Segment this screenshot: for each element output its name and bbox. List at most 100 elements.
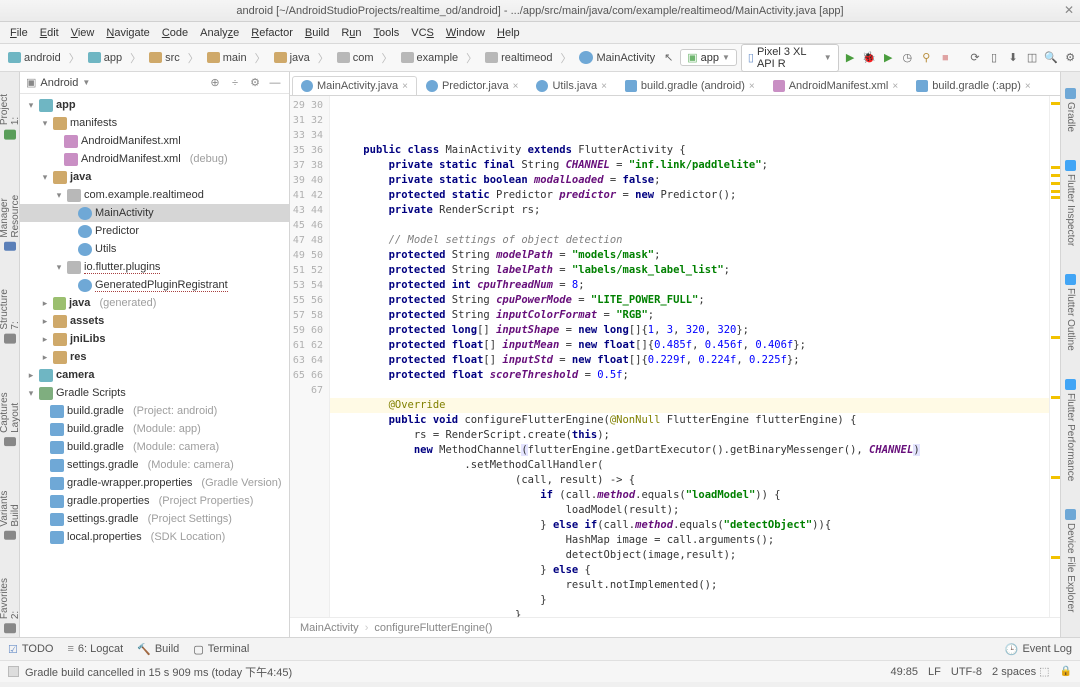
tab-mainactivity[interactable]: MainActivity.java× [292,76,417,95]
menu-refactor[interactable]: Refactor [247,25,297,41]
tool-project[interactable]: 1: Project [0,88,23,143]
profile-button[interactable]: ◷ [900,49,915,67]
menu-view[interactable]: View [67,25,99,41]
file-encoding[interactable]: UTF-8 [951,666,982,678]
run-config-selector[interactable]: ▣ app ▼ [680,49,737,66]
debug-button[interactable]: 🐞 [862,49,877,67]
menu-edit[interactable]: Edit [36,25,63,41]
close-tab-icon[interactable]: × [601,81,607,92]
code-area[interactable]: public class MainActivity extends Flutte… [330,96,1049,617]
readonly-toggle[interactable]: 🔒 [1060,666,1072,677]
tree-gradle-properties[interactable]: gradle.properties (Project Properties) [20,492,289,510]
crumb-example[interactable]: example [397,51,463,65]
back-arrow-icon[interactable]: ↖ [661,49,676,67]
menu-tools[interactable]: Tools [370,25,404,41]
close-tab-icon[interactable]: × [892,81,898,92]
tree-gradle-scripts[interactable]: ▾Gradle Scripts [20,384,289,402]
menu-navigate[interactable]: Navigate [102,25,153,41]
close-window-icon[interactable]: ✕ [1064,3,1074,17]
sdk-manager-button[interactable]: ⬇ [1006,49,1021,67]
crumb-java[interactable]: java [270,51,314,65]
close-tab-icon[interactable]: × [1025,81,1031,92]
tree-local-properties[interactable]: local.properties (SDK Location) [20,528,289,546]
tab-build-gradle-app[interactable]: build.gradle (:app)× [907,76,1040,95]
tool-resource-manager[interactable]: Resource Manager [0,171,23,255]
tree-java[interactable]: ▾java [20,168,289,186]
crumb-app[interactable]: app [84,51,126,65]
tool-flutter-outline[interactable]: Flutter Outline [1063,270,1078,355]
menu-code[interactable]: Code [158,25,192,41]
project-tree[interactable]: ▾app ▾manifests AndroidManifest.xml Andr… [20,94,289,637]
tree-build-gradle-project[interactable]: build.gradle (Project: android) [20,402,289,420]
tree-settings-gradle-project[interactable]: settings.gradle (Project Settings) [20,510,289,528]
tree-utils[interactable]: Utils [20,240,289,258]
tree-app[interactable]: ▾app [20,96,289,114]
crumb-mainactivity[interactable]: MainActivity [575,50,659,65]
run-button[interactable]: ▶ [843,49,858,67]
project-gear-icon[interactable]: ⚙ [247,75,263,91]
tree-manifests[interactable]: ▾manifests [20,114,289,132]
tree-camera[interactable]: ▸camera [20,366,289,384]
menu-analyze[interactable]: Analyze [196,25,243,41]
tree-settings-gradle-camera[interactable]: settings.gradle (Module: camera) [20,456,289,474]
layout-inspector-button[interactable]: ◫ [1025,49,1040,67]
menu-run[interactable]: Run [337,25,365,41]
crumb-method[interactable]: configureFlutterEngine() [374,622,492,634]
tool-structure[interactable]: 7: Structure [0,283,23,348]
sync-gradle-button[interactable]: ⟳ [968,49,983,67]
close-tab-icon[interactable]: × [749,81,755,92]
tree-androidmanifest[interactable]: AndroidManifest.xml [20,132,289,150]
tree-jnilibs[interactable]: ▸jniLibs [20,330,289,348]
close-tab-icon[interactable]: × [402,81,408,92]
menu-vcs[interactable]: VCS [407,25,438,41]
error-stripe[interactable] [1049,96,1060,617]
attach-debugger-button[interactable]: ⚲ [919,49,934,67]
tree-assets[interactable]: ▸assets [20,312,289,330]
tab-build-gradle-android[interactable]: build.gradle (android)× [616,76,764,95]
tree-predictor[interactable]: Predictor [20,222,289,240]
tree-generated-plugin-registrant[interactable]: GeneratedPluginRegistrant [20,276,289,294]
tab-predictor[interactable]: Predictor.java× [417,76,528,95]
crumb-com[interactable]: com [333,51,378,65]
tree-build-gradle-camera[interactable]: build.gradle (Module: camera) [20,438,289,456]
tool-gradle[interactable]: Gradle [1063,84,1078,136]
crumb-class[interactable]: MainActivity [300,622,359,634]
project-options-icon[interactable]: ⊕ [207,75,223,91]
crumb-main[interactable]: main [203,51,251,65]
tool-favorites[interactable]: 2: Favorites [0,572,23,637]
menu-build[interactable]: Build [301,25,333,41]
tree-build-gradle-app[interactable]: build.gradle (Module: app) [20,420,289,438]
menu-help[interactable]: Help [493,25,524,41]
device-selector[interactable]: ▯ Pixel 3 XL API R ▼ [741,44,839,72]
code-editor[interactable]: 29 30 31 32 33 34 35 36 37 38 39 40 41 4… [290,96,1060,617]
caret-position[interactable]: 49:85 [891,666,919,678]
status-icon[interactable] [8,666,19,677]
tool-flutter-inspector[interactable]: Flutter Inspector [1063,156,1078,250]
tree-package[interactable]: ▾com.example.realtimeod [20,186,289,204]
crumb-android[interactable]: android [4,51,65,65]
tree-androidmanifest-debug[interactable]: AndroidManifest.xml (debug) [20,150,289,168]
settings-button[interactable]: ⚙ [1063,49,1078,67]
close-tab-icon[interactable]: × [513,81,519,92]
coverage-button[interactable]: ▶ [881,49,896,67]
line-separator[interactable]: LF [928,666,941,678]
tree-mainactivity[interactable]: MainActivity [20,204,289,222]
tool-flutter-performance[interactable]: Flutter Performance [1063,375,1078,485]
crumb-src[interactable]: src [145,51,184,65]
tool-build[interactable]: 🔨Build [137,643,179,656]
stop-button[interactable]: ■ [938,49,953,67]
tree-res[interactable]: ▸res [20,348,289,366]
project-view-selector[interactable]: Android [40,77,78,89]
search-everywhere-button[interactable]: 🔍 [1044,49,1059,67]
project-split-icon[interactable]: ÷ [227,75,243,91]
tab-utils[interactable]: Utils.java× [527,76,615,95]
indent-setting[interactable]: 2 spaces ⬚ [992,665,1050,678]
project-hide-icon[interactable]: — [267,75,283,91]
tool-device-file-explorer[interactable]: Device File Explorer [1063,505,1078,616]
avd-manager-button[interactable]: ▯ [987,49,1002,67]
tab-android-manifest[interactable]: AndroidManifest.xml× [764,76,908,95]
tool-event-log[interactable]: 🕒Event Log [1005,643,1072,656]
tree-gradle-wrapper-properties[interactable]: gradle-wrapper.properties (Gradle Versio… [20,474,289,492]
tree-flutter-plugins[interactable]: ▾io.flutter.plugins [20,258,289,276]
tool-build-variants[interactable]: Build Variants [0,478,23,544]
